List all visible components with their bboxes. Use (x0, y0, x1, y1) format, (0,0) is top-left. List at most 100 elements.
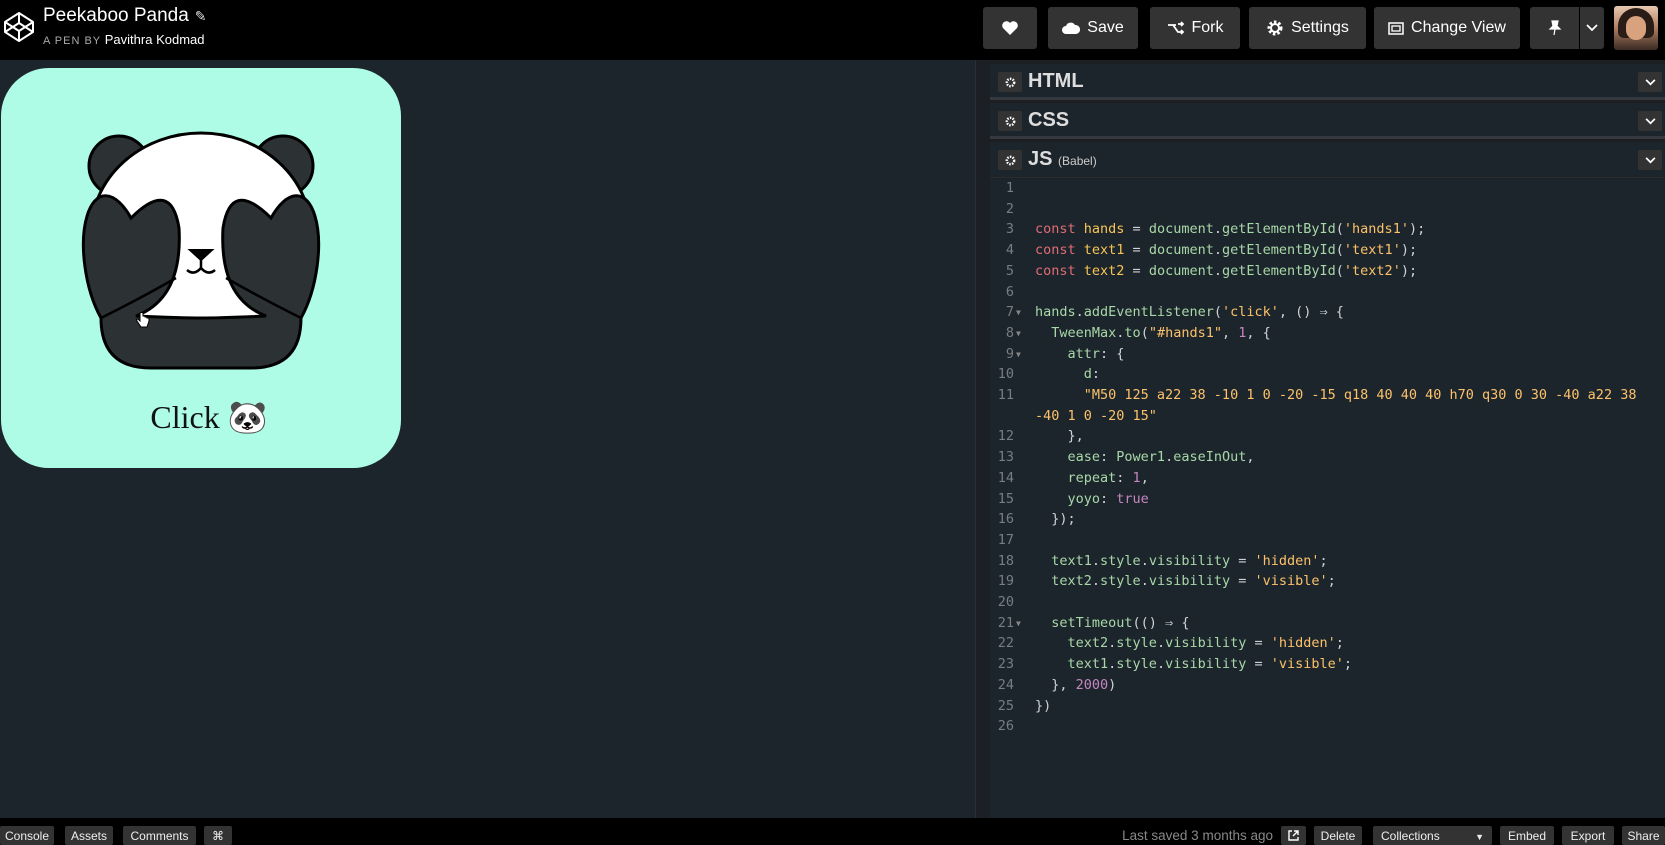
line-number: 14 (997, 469, 1014, 486)
pen-title[interactable]: Peekaboo Panda ✎ (43, 5, 207, 27)
code-token: text1 (1035, 656, 1109, 673)
comments-button[interactable]: Comments (123, 826, 196, 845)
last-saved-text: Last saved 3 months ago (1122, 828, 1273, 843)
code-token: 'hands1' (1343, 221, 1409, 238)
code-token: document (1148, 221, 1214, 238)
save-button[interactable]: Save (1048, 7, 1138, 49)
code-token: : (1100, 490, 1117, 507)
author-link[interactable]: Pavithra Kodmad (105, 32, 205, 47)
cloud-icon (1062, 22, 1081, 34)
pen-title-text: Peekaboo Panda (43, 5, 189, 26)
avatar-face (1626, 16, 1646, 40)
code-line: ease: Power1.easeInOut, (1035, 449, 1255, 465)
line-number: 7 (1005, 304, 1014, 321)
code-token: ( (1335, 242, 1344, 259)
code-line: text2.style.visibility = 'visible'; (1035, 573, 1336, 589)
export-button[interactable]: Export (1562, 826, 1614, 845)
byline: A PEN BY Pavithra Kodmad (43, 32, 205, 47)
code-line: hands.addEventListener('click', () ⇒ { (1035, 304, 1344, 320)
embed-button[interactable]: Embed (1500, 826, 1554, 845)
html-editor-header[interactable]: HTML (990, 64, 1665, 100)
assets-button[interactable]: Assets (65, 826, 113, 845)
code-token: ( (1335, 221, 1344, 238)
code-line: text1.style.visibility = 'visible'; (1035, 656, 1353, 673)
code-token: = (1124, 221, 1149, 238)
code-token: visibility (1148, 573, 1231, 590)
pin-button[interactable] (1530, 7, 1579, 49)
header: Peekaboo Panda ✎ A PEN BY Pavithra Kodmad… (0, 0, 1665, 60)
code-token: "M50 125 a22 38 -10 1 0 -20 -15 q18 40 4… (1035, 387, 1637, 403)
line-number: 16 (997, 511, 1014, 528)
fold-toggle-icon[interactable]: ▼ (1016, 329, 1021, 338)
more-menu-button[interactable] (1580, 7, 1604, 49)
open-external-button[interactable] (1281, 826, 1306, 845)
js-settings-gear-icon[interactable] (998, 150, 1022, 170)
code-token: = (1230, 552, 1255, 569)
code-token: getElementById (1221, 242, 1336, 259)
js-editor-preprocessor: (Babel) (1058, 154, 1097, 168)
codepen-logo-icon[interactable] (2, 10, 36, 44)
line-number: 3 (1005, 221, 1014, 238)
pane-resizer[interactable] (975, 60, 990, 818)
js-code-editor[interactable]: 1 2 3 const hands = document. getElementById… (990, 179, 1665, 819)
code-line: const text2 = document.getElementById('t… (1035, 263, 1417, 279)
fold-toggle-icon[interactable]: ▼ (1016, 350, 1021, 359)
code-token: TweenMax (1035, 324, 1117, 341)
line-number: 21 (997, 614, 1014, 631)
line-number: 15 (997, 490, 1014, 507)
code-token: }, (1035, 676, 1076, 693)
code-token: const (1035, 221, 1084, 238)
code-line: "M50 125 a22 38 -10 1 0 -20 -15 q18 40 4… (1035, 387, 1637, 403)
settings-button[interactable]: Settings (1249, 7, 1366, 49)
pencil-icon[interactable]: ✎ (195, 8, 207, 24)
share-button[interactable]: Share (1622, 826, 1665, 845)
code-token: getElementById (1221, 262, 1336, 279)
line-number: 1 (1005, 180, 1014, 196)
code-token: true (1116, 490, 1149, 507)
code-token: text1 (1083, 242, 1125, 259)
line-number: 22 (997, 635, 1014, 652)
code-token: hands (1083, 221, 1125, 238)
code-token: . (1165, 449, 1174, 466)
fork-button[interactable]: Fork (1150, 7, 1240, 49)
code-line: }, (1035, 428, 1084, 444)
collections-caret-icon: ▼ (1475, 832, 1484, 842)
chevron-down-icon (1586, 24, 1598, 32)
js-collapse-chevron-down-icon[interactable] (1638, 150, 1662, 170)
change-view-button[interactable]: Change View (1374, 7, 1520, 49)
code-token: : (1091, 366, 1101, 383)
css-settings-gear-icon[interactable] (998, 111, 1022, 131)
code-token: 2000 (1075, 676, 1109, 693)
css-collapse-chevron-down-icon[interactable] (1638, 111, 1662, 131)
html-settings-gear-icon[interactable] (998, 72, 1022, 92)
html-collapse-chevron-down-icon[interactable] (1638, 72, 1662, 92)
panda-card[interactable]: Click 🐼 (1, 68, 401, 468)
code-token: text2 (1035, 573, 1092, 590)
line-number: 20 (997, 594, 1014, 610)
code-token: = (1124, 242, 1149, 259)
code-token: yoyo (1035, 490, 1101, 507)
code-token: document (1148, 262, 1214, 279)
css-editor-header[interactable]: CSS (990, 103, 1665, 139)
line-number: 12 (997, 428, 1014, 445)
js-editor-header[interactable]: JS (Babel) (990, 142, 1665, 178)
collections-button[interactable]: Collections ▼ (1373, 826, 1492, 845)
line-number: 24 (997, 676, 1014, 693)
code-token: ( (1140, 324, 1149, 341)
code-token: . (1140, 573, 1149, 590)
fold-toggle-icon[interactable]: ▼ (1016, 308, 1021, 317)
fold-toggle-icon[interactable]: ▼ (1016, 619, 1021, 628)
heart-button[interactable] (983, 7, 1037, 49)
line-number: 11 (997, 387, 1014, 403)
change-view-label: Change View (1411, 19, 1506, 36)
console-button[interactable]: Console (0, 826, 54, 845)
code-token: addEventListener (1083, 304, 1214, 321)
code-token: 'visible' (1270, 656, 1344, 673)
avatar[interactable] (1614, 6, 1658, 50)
external-link-icon (1288, 830, 1299, 841)
code-token: ; (1327, 573, 1336, 590)
keyboard-shortcuts-button[interactable]: ⌘ (204, 826, 232, 845)
line-number: 25 (997, 697, 1014, 714)
delete-button[interactable]: Delete (1314, 826, 1362, 845)
code-token: 'hidden' (1254, 552, 1320, 569)
